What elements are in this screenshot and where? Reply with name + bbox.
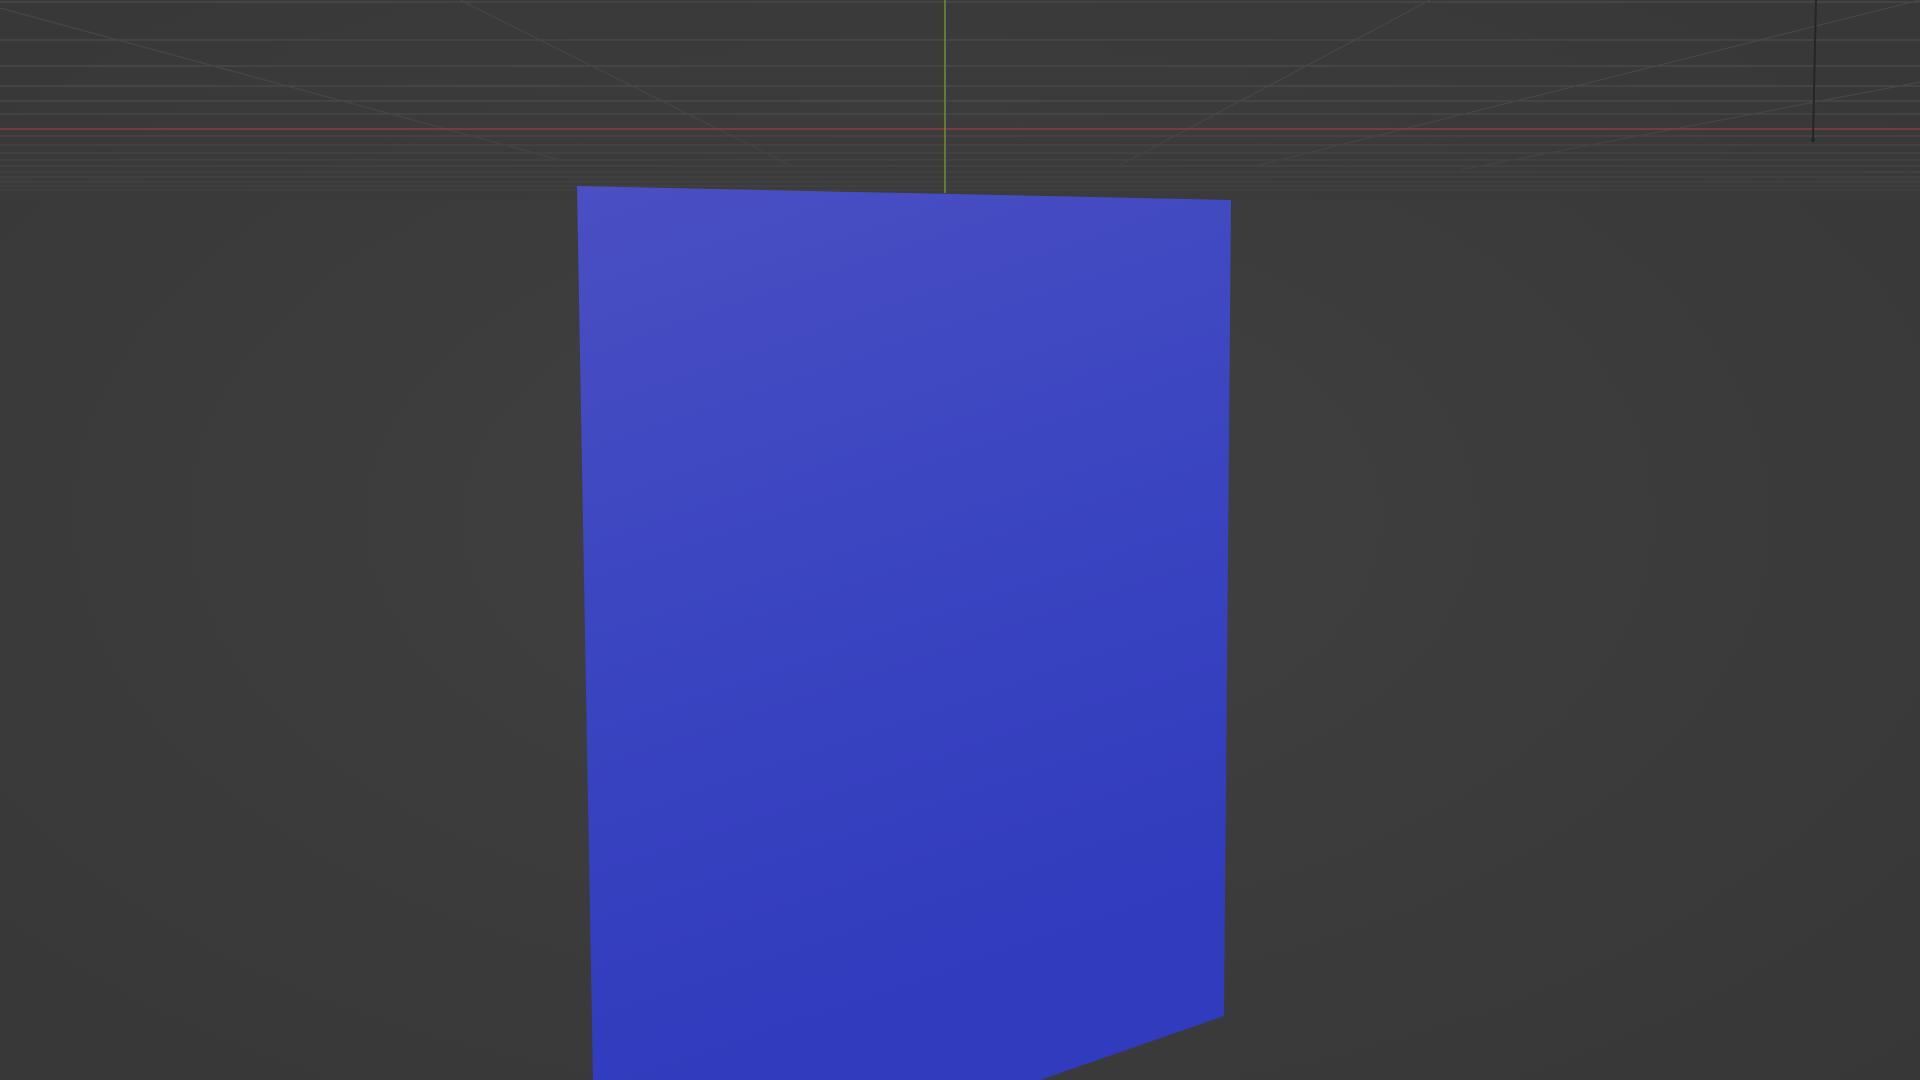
grid-horizon-fade (0, 100, 1920, 200)
3d-viewport[interactable] (0, 0, 1920, 1080)
distant-object-origin (1811, 138, 1815, 142)
viewport-canvas[interactable] (0, 0, 1920, 1080)
blue-plane-object[interactable] (577, 186, 1231, 1080)
